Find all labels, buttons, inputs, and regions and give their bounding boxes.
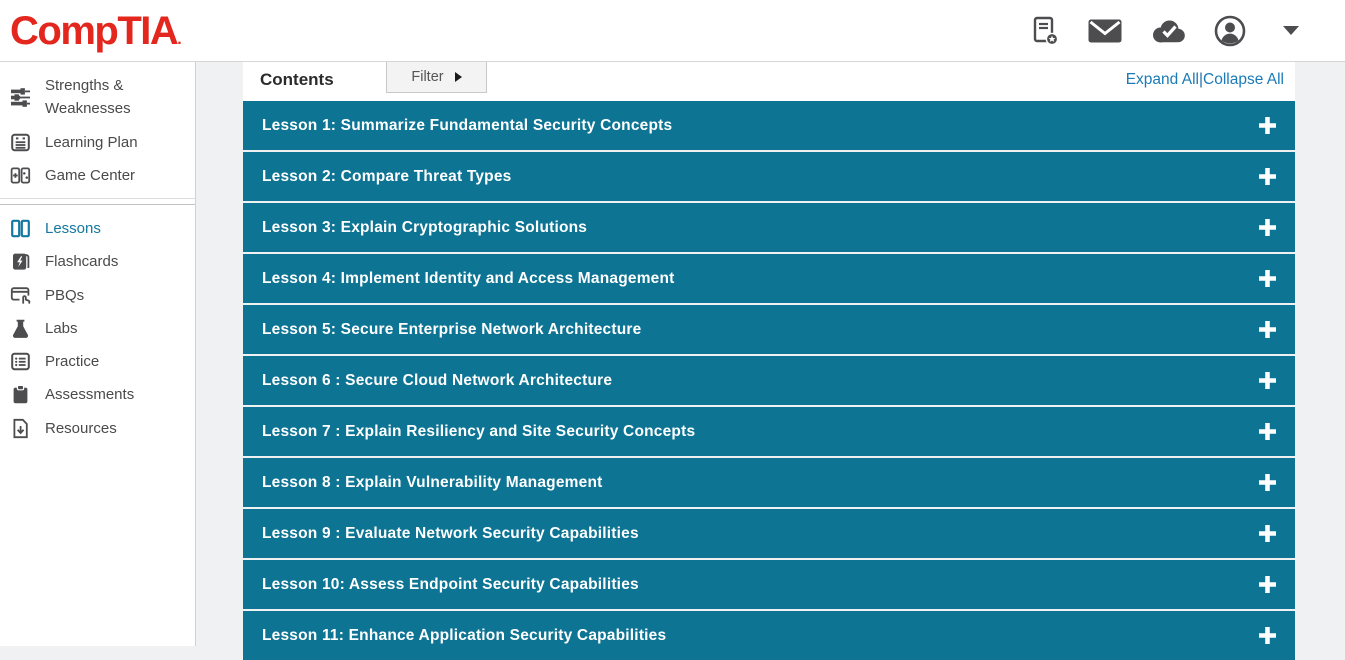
lessons-icon — [10, 218, 32, 239]
sidebar-item-label: Lessons — [45, 217, 101, 240]
lesson-title: Lesson 4: Implement Identity and Access … — [262, 270, 675, 288]
lesson-title: Lesson 2: Compare Threat Types — [262, 168, 511, 186]
sidebar-item-learning-plan[interactable]: Learning Plan — [0, 126, 195, 159]
sidebar-item-game-center[interactable]: Game Center — [0, 159, 195, 192]
plus-icon[interactable] — [1259, 321, 1276, 338]
lesson-accordion-row[interactable]: Lesson 2: Compare Threat Types — [243, 152, 1295, 201]
lesson-accordion-row[interactable]: Lesson 10: Assess Endpoint Security Capa… — [243, 560, 1295, 609]
mail-icon[interactable] — [1088, 19, 1122, 43]
plus-icon[interactable] — [1259, 117, 1276, 134]
lesson-accordion-row[interactable]: Lesson 5: Secure Enterprise Network Arch… — [243, 305, 1295, 354]
plus-icon[interactable] — [1259, 627, 1276, 644]
sidebar-nav: Strengths & Weaknesses Learning Plan — [0, 62, 196, 646]
strengths-icon — [10, 87, 32, 108]
lesson-accordion-row[interactable]: Lesson 8 : Explain Vulnerability Managem… — [243, 458, 1295, 507]
plus-icon[interactable] — [1259, 576, 1276, 593]
lesson-accordion-row[interactable]: Lesson 9 : Evaluate Network Security Cap… — [243, 509, 1295, 558]
sidebar-item-practice[interactable]: Practice — [0, 345, 195, 378]
plus-icon[interactable] — [1259, 423, 1276, 440]
sidebar-item-label: Resources — [45, 417, 117, 440]
assessments-icon — [10, 384, 32, 405]
sidebar-item-labs[interactable]: Labs — [0, 312, 195, 345]
labs-icon — [10, 318, 32, 339]
sidebar-item-label: Game Center — [45, 164, 135, 187]
lesson-title: Lesson 11: Enhance Application Security … — [262, 627, 666, 645]
account-menu-caret[interactable] — [1275, 26, 1299, 35]
lesson-accordion-row[interactable]: Lesson 7 : Explain Resiliency and Site S… — [243, 407, 1295, 456]
plus-icon[interactable] — [1259, 372, 1276, 389]
cloud-sync-icon[interactable] — [1151, 19, 1185, 43]
plus-icon[interactable] — [1259, 474, 1276, 491]
sidebar-item-flashcards[interactable]: Flashcards — [0, 245, 195, 278]
flashcards-icon — [10, 251, 32, 272]
learning-plan-icon — [10, 132, 32, 153]
sidebar-item-label: PBQs — [45, 284, 84, 307]
lesson-accordion-row[interactable]: Lesson 1: Summarize Fundamental Security… — [243, 101, 1295, 150]
plus-icon[interactable] — [1259, 525, 1276, 542]
game-center-icon — [10, 165, 32, 186]
content-header: Contents Filter Expand All | Collapse Al… — [243, 62, 1295, 101]
sidebar-item-assessments[interactable]: Assessments — [0, 378, 195, 411]
sidebar-item-pbqs[interactable]: PBQs — [0, 279, 195, 312]
sidebar-item-label: Flashcards — [45, 250, 118, 273]
plus-icon[interactable] — [1259, 270, 1276, 287]
results-notes-icon[interactable] — [1032, 16, 1059, 46]
lesson-accordion-row[interactable]: Lesson 6 : Secure Cloud Network Architec… — [243, 356, 1295, 405]
logo-registered-mark: . — [177, 31, 180, 48]
sidebar-item-resources[interactable]: Resources — [0, 412, 195, 445]
sidebar-item-label: Labs — [45, 317, 78, 340]
lesson-accordion-row[interactable]: Lesson 3: Explain Cryptographic Solution… — [243, 203, 1295, 252]
filter-button-label: Filter — [411, 69, 443, 85]
lesson-accordion-row[interactable]: Lesson 4: Implement Identity and Access … — [243, 254, 1295, 303]
caret-right-icon — [455, 72, 462, 82]
collapse-all-link[interactable]: Collapse All — [1203, 71, 1284, 89]
sidebar-item-label: Assessments — [45, 383, 134, 406]
expand-all-link[interactable]: Expand All — [1126, 71, 1199, 89]
resources-icon — [10, 418, 32, 439]
plus-icon[interactable] — [1259, 168, 1276, 185]
expand-collapse-links: Expand All | Collapse All — [1126, 71, 1284, 89]
lesson-title: Lesson 8 : Explain Vulnerability Managem… — [262, 474, 603, 492]
filter-button[interactable]: Filter — [386, 62, 487, 93]
comptia-logo[interactable]: CompTIA. — [10, 11, 180, 51]
pbqs-icon — [10, 285, 32, 306]
page-title: Contents — [260, 70, 334, 90]
lesson-title: Lesson 10: Assess Endpoint Security Capa… — [262, 576, 639, 594]
sidebar-item-strengths-weaknesses[interactable]: Strengths & Weaknesses — [0, 69, 195, 126]
lesson-title: Lesson 3: Explain Cryptographic Solution… — [262, 219, 587, 237]
sidebar-item-lessons[interactable]: Lessons — [0, 212, 195, 245]
sidebar-item-label: Strengths & Weaknesses — [45, 74, 187, 121]
lesson-title: Lesson 1: Summarize Fundamental Security… — [262, 117, 672, 135]
plus-icon[interactable] — [1259, 219, 1276, 236]
lesson-title: Lesson 9 : Evaluate Network Security Cap… — [262, 525, 639, 543]
main-content: Contents Filter Expand All | Collapse Al… — [243, 62, 1295, 646]
lesson-accordion-row[interactable]: Lesson 11: Enhance Application Security … — [243, 611, 1295, 660]
header-toolbar — [1032, 15, 1299, 47]
lesson-title: Lesson 5: Secure Enterprise Network Arch… — [262, 321, 641, 339]
lesson-title: Lesson 7 : Explain Resiliency and Site S… — [262, 423, 695, 441]
sidebar-item-label: Learning Plan — [45, 131, 138, 154]
caret-down-icon — [1283, 26, 1299, 35]
app-header: CompTIA. — [0, 0, 1345, 62]
practice-icon — [10, 351, 32, 372]
lessons-accordion: Lesson 1: Summarize Fundamental Security… — [243, 101, 1295, 660]
account-icon[interactable] — [1214, 15, 1246, 47]
sidebar-divider — [0, 198, 195, 205]
sidebar-item-label: Practice — [45, 350, 99, 373]
lesson-title: Lesson 6 : Secure Cloud Network Architec… — [262, 372, 612, 390]
